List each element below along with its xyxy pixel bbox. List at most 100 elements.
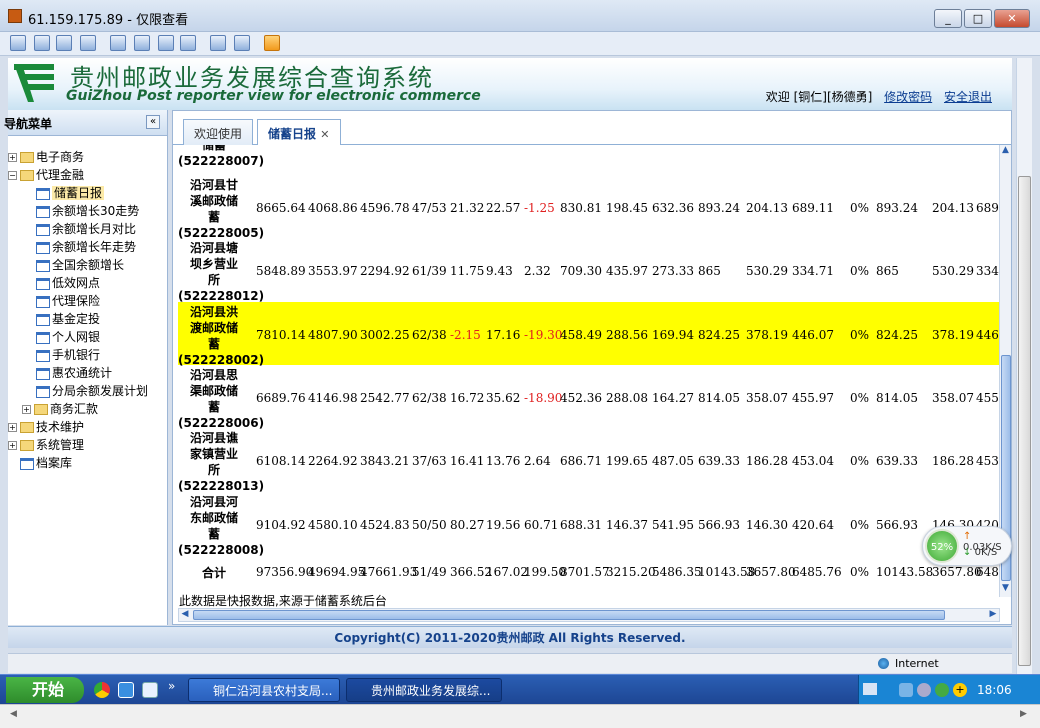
folder-open-icon [20,170,34,181]
maximize-button[interactable]: □ [964,9,992,28]
security-icon[interactable] [935,683,949,697]
volume-icon[interactable] [917,683,931,697]
table-cell: 6485.76 [976,565,1000,579]
copy-icon[interactable] [210,35,226,51]
table-cell: 166.84 [746,145,788,146]
tree-item-balance-month[interactable]: 余额增长月对比 [36,220,136,238]
table-row[interactable]: 沿河县谯 家镇营业所 (522228013) 6108.14 2264.92 3843.2… [178,428,1000,493]
tree-item-system[interactable]: + 系统管理 [8,436,84,454]
fit-screen-icon[interactable] [134,35,150,51]
table-cell: 4524.83 [360,518,410,532]
table-cell: 164.27 [652,391,694,405]
table-row[interactable]: 沿河县河 东邮政储蓄 (522228008) 9104.92 4580.10 4524.8… [178,492,1000,558]
outer-scroll-right-icon[interactable]: ▶ [1020,709,1027,719]
outer-horizontal-scrollbar[interactable]: ◀ ▶ [0,704,1040,728]
page-scroll-thumb[interactable] [1018,176,1031,666]
arrow-down-icon: ↓ [963,547,972,558]
hscroll-thumb[interactable] [193,610,945,620]
outer-scroll-left-icon[interactable]: ◀ [10,709,17,719]
branch-name: 沿河县河 东邮政储蓄 (522228008) [178,494,264,558]
tree-item-branch-plan[interactable]: 分局余额发展计划 [36,382,148,400]
more-icon[interactable]: » [168,679,175,693]
collapse-sidebar-button[interactable]: « [146,115,160,129]
table-row-partial[interactable]: 储蓄 (522228007) 8282.405054.943147.4437/633… [178,145,1000,175]
expand-icon[interactable]: + [8,153,17,162]
close-window-button[interactable]: ✕ [994,9,1030,28]
tree-item-ecommerce[interactable]: + 电子商务 [8,148,84,166]
table-cell: 0% [850,328,870,342]
scroll-up-icon[interactable]: ▲ [1000,145,1011,159]
network-icon[interactable] [899,683,913,697]
minimize-button[interactable]: _ [934,9,962,28]
scroll-left-icon[interactable]: ◀ [179,609,191,621]
collapse-icon[interactable]: − [8,171,17,180]
tree-item-huinong[interactable]: 惠农通统计 [36,364,112,382]
table-cell: 358.07 [932,391,974,405]
report-icon [36,205,50,218]
browser-icon[interactable] [142,682,158,698]
table-row[interactable]: 沿河县甘 溪邮政储蓄 (522228005) 8665.64 4068.86 4596.7… [178,175,1000,240]
branch-name-line: 东邮政储 [189,511,238,525]
tree-item-ebank[interactable]: 个人网银 [36,328,100,346]
tree-item-fund[interactable]: 基金定投 [36,310,100,328]
tree-item-low-efficiency[interactable]: 低效网点 [36,274,100,292]
fullscreen-icon[interactable] [158,35,174,51]
tree-item-archive[interactable]: 档案库 [20,454,72,472]
expand-icon[interactable]: + [22,405,31,414]
zoom-icon[interactable] [180,35,196,51]
tree-item-remittance[interactable]: + 商务汇款 [22,400,98,418]
window-mode-icon[interactable] [110,35,126,51]
table-cell: 566.93 [698,518,740,532]
table-cell: 913.41 [876,145,918,146]
tree-item-insurance[interactable]: 代理保险 [36,292,100,310]
tab-welcome[interactable]: 欢迎使用 [183,119,253,145]
scroll-down-icon[interactable]: ▼ [1000,583,1011,597]
quicklaunch-icon[interactable] [118,682,134,698]
table-row[interactable]: 沿河县思 渠邮政储蓄 (522228006) 6689.76 4146.98 2542.7… [178,365,1000,430]
table-row[interactable]: 沿河县洪 渡邮政储蓄 (522228002) 7810.14 4807.90 3002.2… [178,302,1000,367]
table-cell: 10143.58 [876,565,934,579]
network-speed-widget[interactable]: 52% ↑ 0.03K/S ↓ 0K/S [922,526,1012,566]
taskbar-item-2[interactable]: 贵州邮政业务发展综... [346,678,502,702]
table-cell: 14.35 [486,145,520,146]
close-tab-icon[interactable]: ✕ [320,128,329,141]
tree-item-balance-year[interactable]: 余额增长年走势 [36,238,136,256]
start-button[interactable]: 开始 [6,677,84,703]
table-cell: 4596.78 [360,201,410,215]
add-icon[interactable]: + [953,683,967,697]
table-cell: 204.13 [932,201,974,215]
phone-icon[interactable] [56,35,72,51]
tree-item-balance-30[interactable]: 余额增长30走势 [36,202,139,220]
message-icon[interactable] [80,35,96,51]
table-cell: 4146.98 [308,391,358,405]
change-password-link[interactable]: 修改密码 [884,90,932,104]
screen-icon[interactable] [10,35,26,51]
logout-link[interactable]: 安全退出 [944,90,992,104]
keyboard-icon[interactable] [863,683,877,695]
tree-item-savings-daily[interactable]: 储蓄日报 [36,184,105,202]
tree-item-mobile-bank[interactable]: 手机银行 [36,346,100,364]
tools-icon[interactable] [234,35,250,51]
table-row[interactable]: 沿河县塘 坝乡营业所 (522228012) 5848.89 3553.97 2294.9… [178,238,1000,303]
table-cell: 893.24 [698,201,740,215]
expand-icon[interactable]: + [8,423,17,432]
table-cell: 530.29 [746,264,788,278]
taskbar: 开始 » 铜仁沿河县农村支局... 贵州邮政业务发展综... + 18:06 [0,674,1040,705]
tree-item-agency-finance[interactable]: − 代理金融 [8,166,84,184]
taskbar-item-1[interactable]: 铜仁沿河县农村支局... [188,678,340,702]
table-total-row[interactable]: 合计 97356.90 49694.95 47661.93 51/49 366.52 167… [178,555,1000,589]
table-cell: 9.43 [486,264,513,278]
expand-icon[interactable]: + [8,441,17,450]
page-scrollbar[interactable] [1016,58,1032,678]
tab-savings-daily[interactable]: 储蓄日报 ✕ [257,119,341,146]
table-cell: 6485.76 [792,565,842,579]
tree-item-tech[interactable]: + 技术维护 [8,418,84,436]
scroll-right-icon[interactable]: ▶ [987,609,999,621]
chat-icon[interactable] [34,35,50,51]
table-cell: 3215.20 [606,565,656,579]
horizontal-scrollbar[interactable]: ◀ ▶ [178,608,1000,622]
disconnect-icon[interactable] [264,35,280,51]
table-cell: 453.04 [976,454,1000,468]
chrome-icon[interactable] [94,682,110,698]
tree-item-national-balance[interactable]: 全国余额增长 [36,256,124,274]
